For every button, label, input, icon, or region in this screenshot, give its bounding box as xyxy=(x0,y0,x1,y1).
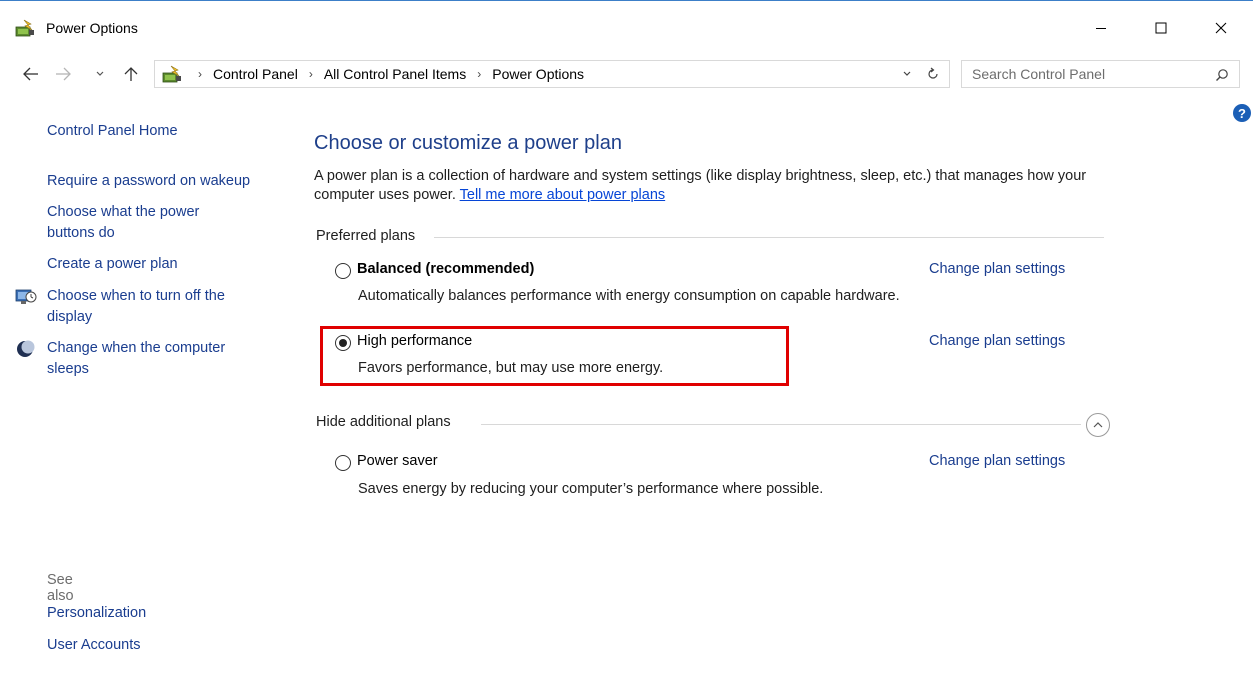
plan-name-balanced[interactable]: Balanced (recommended) xyxy=(357,261,534,277)
see-also-personalization-link[interactable]: Personalization xyxy=(47,603,287,624)
moon-icon xyxy=(17,340,35,357)
maximize-icon xyxy=(1155,22,1167,34)
up-button[interactable] xyxy=(118,58,144,90)
minimize-icon xyxy=(1096,28,1106,29)
preferred-plans-divider xyxy=(434,237,1104,238)
control-panel-icon xyxy=(162,65,181,83)
arrow-right-icon xyxy=(56,67,71,81)
sidebar-item-require-password[interactable]: Require a password on wakeup xyxy=(47,171,287,192)
arrow-left-icon xyxy=(23,67,38,81)
address-dropdown-button[interactable] xyxy=(897,61,917,87)
control-panel-home-link[interactable]: Control Panel Home xyxy=(47,121,287,142)
chevron-up-icon xyxy=(1093,422,1103,428)
collapse-plans-button[interactable] xyxy=(1086,413,1110,437)
maximize-button[interactable] xyxy=(1138,11,1184,45)
arrow-up-icon xyxy=(124,67,138,81)
plan-desc-power-saver: Saves energy by reducing your computer’s… xyxy=(358,481,824,497)
sidebar-item-computer-sleeps[interactable]: Change when the computer sleeps xyxy=(47,338,267,380)
preferred-plans-heading: Preferred plans xyxy=(316,228,416,244)
breadcrumb-separator: › xyxy=(477,67,482,81)
plan-name-power-saver[interactable]: Power saver xyxy=(357,453,438,469)
forward-button[interactable] xyxy=(50,58,76,90)
breadcrumb-separator: › xyxy=(198,67,202,81)
change-plan-settings-high-performance[interactable]: Change plan settings xyxy=(929,333,1065,349)
breadcrumb-control-panel[interactable]: Control Panel xyxy=(213,66,298,82)
chevron-down-icon xyxy=(96,71,104,76)
address-bar[interactable]: › Control Panel › All Control Panel Item… xyxy=(154,60,950,88)
plan-radio-balanced[interactable] xyxy=(335,263,351,279)
power-options-icon xyxy=(15,19,34,37)
navigation-bar: › Control Panel › All Control Panel Item… xyxy=(0,58,1253,90)
close-button[interactable] xyxy=(1198,11,1244,45)
see-also-user-accounts-link[interactable]: User Accounts xyxy=(47,635,287,656)
breadcrumb-separator: › xyxy=(308,67,313,81)
search-button[interactable] xyxy=(1212,65,1232,85)
selection-highlight-box xyxy=(320,326,789,386)
recent-locations-button[interactable] xyxy=(92,58,108,90)
window-title: Power Options xyxy=(46,20,138,36)
search-input[interactable] xyxy=(972,64,1192,84)
refresh-icon xyxy=(928,67,938,79)
back-button[interactable] xyxy=(18,58,44,90)
learn-more-link[interactable]: Tell me more about power plans xyxy=(460,187,666,203)
breadcrumb-all-items[interactable]: All Control Panel Items xyxy=(324,66,466,82)
help-button[interactable]: ? xyxy=(1233,104,1251,122)
close-icon xyxy=(1215,22,1227,34)
page-description: A power plan is a collection of hardware… xyxy=(314,167,1124,205)
minimize-button[interactable] xyxy=(1078,11,1124,45)
breadcrumb: › Control Panel › All Control Panel Item… xyxy=(187,61,584,87)
additional-plans-divider xyxy=(481,424,1081,425)
refresh-button[interactable] xyxy=(921,61,945,87)
see-also-heading: See also xyxy=(47,572,74,604)
plan-radio-power-saver[interactable] xyxy=(335,455,351,471)
title-bar: Power Options xyxy=(0,1,1253,41)
sidebar-item-turn-off-display[interactable]: Choose when to turn off the display xyxy=(47,286,267,328)
change-plan-settings-power-saver[interactable]: Change plan settings xyxy=(929,453,1065,469)
breadcrumb-power-options[interactable]: Power Options xyxy=(492,66,584,82)
hide-additional-plans-heading[interactable]: Hide additional plans xyxy=(316,414,451,430)
search-icon xyxy=(1216,69,1228,81)
description-text: A power plan is a collection of hardware… xyxy=(314,168,1087,203)
plan-desc-balanced: Automatically balances performance with … xyxy=(358,288,900,304)
page-title: Choose or customize a power plan xyxy=(314,132,622,154)
sidebar-item-power-buttons[interactable]: Choose what the power buttons do xyxy=(47,202,227,244)
sidebar-item-create-plan[interactable]: Create a power plan xyxy=(47,254,287,275)
change-plan-settings-balanced[interactable]: Change plan settings xyxy=(929,261,1065,277)
search-box[interactable] xyxy=(961,60,1240,88)
chevron-down-icon xyxy=(903,71,911,76)
display-power-icon xyxy=(15,289,37,304)
